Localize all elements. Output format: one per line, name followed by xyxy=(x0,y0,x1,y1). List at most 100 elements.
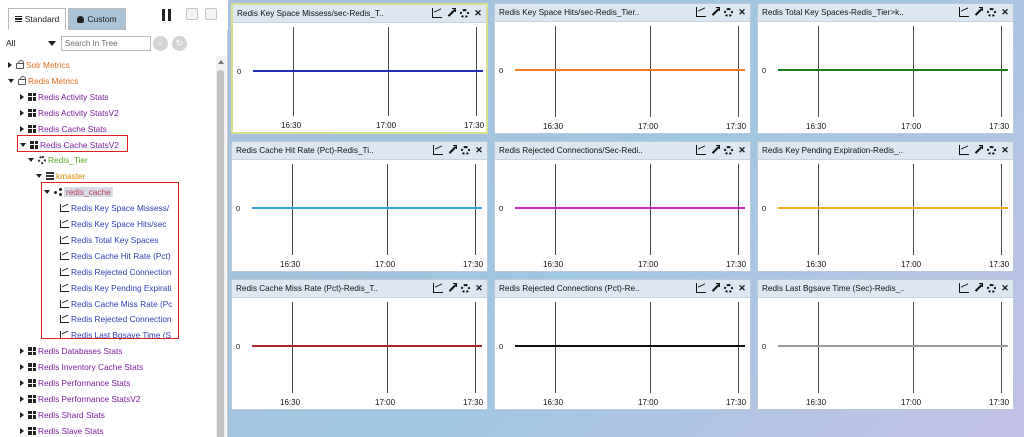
close-icon[interactable]: ✕ xyxy=(737,7,747,17)
tree-item[interactable]: Redis Inventory Cache Stats xyxy=(20,360,143,374)
x-tick-label: 17:00 xyxy=(376,121,397,130)
time-gridline xyxy=(650,164,651,255)
gear-icon[interactable] xyxy=(987,283,996,293)
panel-header: Redis Total Key Spaces-Redis_Tier>k.. ✕ xyxy=(758,4,1013,22)
expand-right-icon[interactable] xyxy=(20,125,24,132)
expand-icon[interactable] xyxy=(710,145,720,155)
expand-right-icon[interactable] xyxy=(20,411,24,418)
gear-icon[interactable] xyxy=(460,8,469,18)
chart-type-icon[interactable] xyxy=(696,145,706,155)
tree-item-label: Redis Performance Stats xyxy=(38,378,131,388)
expand-down-icon[interactable] xyxy=(36,174,42,179)
tree-item[interactable]: Redis Slave Stats xyxy=(20,424,103,437)
y-axis-zero-label: 0 xyxy=(499,342,504,351)
chart-panel: Redis Key Space Hits/sec-Redis_Tier.. ✕ 0 1… xyxy=(494,3,751,134)
expand-icon[interactable] xyxy=(447,145,457,155)
toolbar-button-3[interactable] xyxy=(205,8,217,20)
chart-type-icon[interactable] xyxy=(959,283,969,293)
gear-icon[interactable] xyxy=(724,145,733,155)
expand-icon[interactable] xyxy=(973,7,983,17)
expand-icon[interactable] xyxy=(973,145,983,155)
close-icon[interactable]: ✕ xyxy=(474,145,484,155)
expand-icon[interactable] xyxy=(973,283,983,293)
tree-item[interactable]: Redis Performance StatsV2 xyxy=(20,392,140,406)
time-gridline xyxy=(818,164,819,255)
tree-item-label: Redis Activity StatsV2 xyxy=(38,107,119,118)
tree-item[interactable]: Redis Cache Stats xyxy=(20,122,107,136)
gear-icon[interactable] xyxy=(987,145,996,155)
x-tick-label: 17:30 xyxy=(989,260,1010,269)
close-icon[interactable]: ✕ xyxy=(1000,283,1010,293)
close-icon[interactable]: ✕ xyxy=(1000,7,1010,17)
chart-type-icon[interactable] xyxy=(433,283,443,293)
expand-down-icon[interactable] xyxy=(8,78,14,83)
tree-filter-select[interactable]: All xyxy=(6,36,56,50)
expand-right-icon[interactable] xyxy=(20,395,24,402)
expand-right-icon[interactable] xyxy=(20,427,24,434)
gear-icon[interactable] xyxy=(461,283,470,293)
lock-icon xyxy=(18,75,26,85)
tab-custom[interactable]: Custom xyxy=(68,8,126,30)
gear-icon[interactable] xyxy=(724,7,733,17)
time-gridline xyxy=(818,26,819,117)
search-icon[interactable]: ⌕ xyxy=(153,36,168,51)
chart-type-icon[interactable] xyxy=(696,7,706,17)
close-icon[interactable]: ✕ xyxy=(1000,145,1010,155)
tree-scrollbar[interactable] xyxy=(216,56,226,437)
series-line xyxy=(253,70,483,72)
chart-panel: Redis Cache Miss Rate (Pct)-Redis_T.. ✕ 0 1… xyxy=(231,279,488,410)
expand-right-icon[interactable] xyxy=(20,380,24,386)
close-icon[interactable]: ✕ xyxy=(473,8,483,18)
expand-right-icon[interactable] xyxy=(20,364,24,371)
expand-right-icon[interactable] xyxy=(8,62,12,68)
time-gridline xyxy=(738,164,739,255)
panel-title: Redis Key Space Missess/sec-Redis_T.. xyxy=(237,9,384,18)
tree-item[interactable]: Redis Shard Stats xyxy=(20,408,105,422)
close-icon[interactable]: ✕ xyxy=(474,283,484,293)
highlight-box-redis-cache xyxy=(41,182,179,339)
x-tick-label: 17:30 xyxy=(726,398,747,407)
expand-down-icon[interactable] xyxy=(28,158,34,163)
tree-item-label: Redis Databases Stats xyxy=(38,346,123,357)
close-icon[interactable]: ✕ xyxy=(737,283,747,293)
gear-icon[interactable] xyxy=(724,283,733,293)
y-axis-zero-label: 0 xyxy=(762,204,767,213)
tree-item[interactable]: Solr Metrics xyxy=(8,58,70,72)
tree-item-label: kmaster xyxy=(56,171,86,182)
scroll-up-icon[interactable] xyxy=(218,60,224,64)
search-input[interactable] xyxy=(61,36,151,51)
gear-icon[interactable] xyxy=(461,145,470,155)
tree-item[interactable]: Redis Metrics xyxy=(8,74,78,88)
expand-icon[interactable] xyxy=(710,7,720,17)
chart-type-icon[interactable] xyxy=(696,283,706,293)
expand-icon[interactable] xyxy=(710,283,720,293)
server-icon xyxy=(46,172,54,181)
chart-type-icon[interactable] xyxy=(959,7,969,17)
scrollbar-thumb[interactable] xyxy=(217,70,224,437)
tree-item[interactable]: Redis Performance Stats xyxy=(20,376,130,390)
chart-type-icon[interactable] xyxy=(433,145,443,155)
tree-item[interactable]: Redis_Tier xyxy=(28,153,88,167)
tree-item[interactable]: Redis Activity Stats xyxy=(20,90,109,104)
expand-right-icon[interactable] xyxy=(20,109,24,116)
panel-toolbar: ✕ xyxy=(959,283,1010,293)
expand-right-icon[interactable] xyxy=(20,348,24,355)
tree-item-label: Redis_Tier xyxy=(48,155,88,166)
grid-icon xyxy=(28,108,36,117)
expand-right-icon[interactable] xyxy=(20,93,24,100)
chart-panel: Redis Last Bgsave Time (Sec)-Redis_.. ✕ 0 1… xyxy=(757,279,1014,410)
toolbar-button-2[interactable] xyxy=(186,8,198,20)
pause-icon[interactable] xyxy=(162,9,171,21)
x-tick-label: 17:30 xyxy=(463,260,484,269)
close-icon[interactable]: ✕ xyxy=(737,145,747,155)
tree-item[interactable]: Redis Databases Stats xyxy=(20,344,122,358)
expand-icon[interactable] xyxy=(447,283,457,293)
tree-item[interactable]: Redis Activity StatsV2 xyxy=(20,106,119,120)
gear-icon[interactable] xyxy=(987,7,996,17)
chart-type-icon[interactable] xyxy=(959,145,969,155)
tab-standard[interactable]: Standard xyxy=(8,8,66,30)
time-gridline xyxy=(475,164,476,255)
chart-type-icon[interactable] xyxy=(432,8,442,18)
refresh-icon[interactable]: ↻ xyxy=(172,36,187,51)
expand-icon[interactable] xyxy=(446,8,456,18)
